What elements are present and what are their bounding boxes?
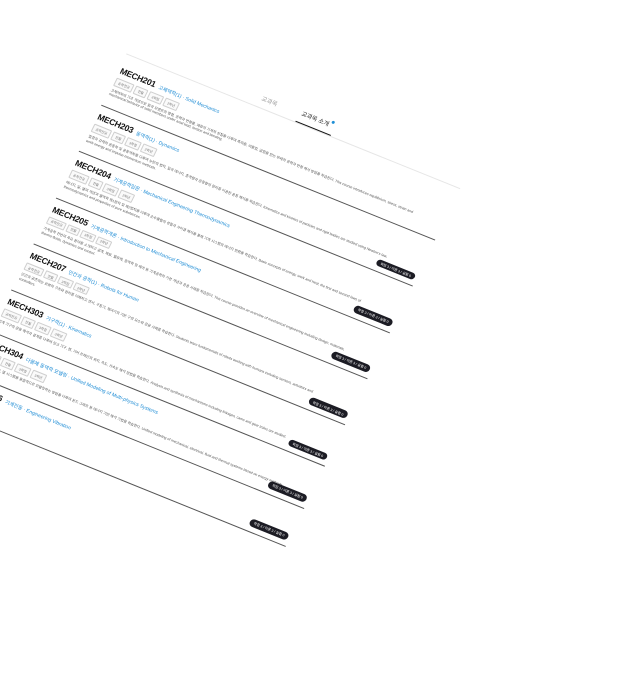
- credit-badge[interactable]: 학점 3 / 이론 3 / 실험 0: [248, 518, 290, 541]
- course-tag: 전필: [65, 223, 82, 237]
- tab-curriculum[interactable]: 교과목: [256, 93, 281, 113]
- course-tag: 전필: [132, 85, 149, 99]
- course-tag: 전필: [0, 357, 16, 371]
- course-tag: 전필: [87, 177, 104, 191]
- screenshot-stage: 교과목 교과목 소개 MECH201 고체역학(1) · Solid Mechan…: [0, 0, 644, 686]
- tab-course-intro-label: 교과목 소개: [299, 111, 330, 128]
- active-indicator-dot: [331, 120, 336, 125]
- course-list-page: 교과목 교과목 소개 MECH201 고체역학(1) · Solid Mechan…: [0, 30, 472, 547]
- course-tag: 전필: [110, 131, 127, 145]
- course-tag: 전필: [20, 316, 37, 329]
